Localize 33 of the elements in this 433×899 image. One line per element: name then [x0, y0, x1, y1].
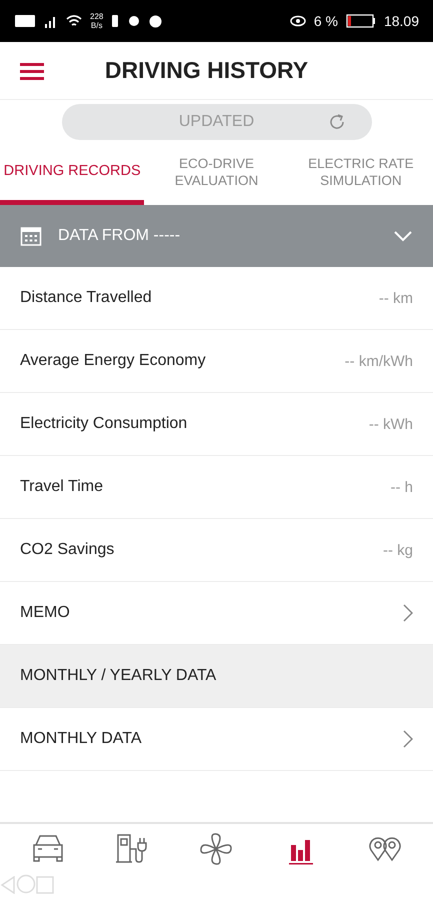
- fan-icon: [198, 831, 234, 867]
- stat-label: Distance Travelled: [20, 289, 153, 307]
- section-header: MONTHLY / YEARLY DATA: [0, 645, 433, 708]
- notification-icon: [149, 14, 162, 28]
- menu-button[interactable]: [20, 62, 44, 80]
- notification-icon: [127, 15, 142, 27]
- sim-icon: [14, 14, 36, 28]
- notification-icon: [111, 14, 120, 28]
- menu-icon: [20, 62, 44, 80]
- stat-value: -- km/kWh: [344, 352, 413, 370]
- signal-icon: [44, 14, 58, 28]
- update-status: UPDATED: [178, 113, 254, 131]
- battery-icon: [346, 14, 376, 28]
- date-range-dropdown[interactable]: DATA FROM -----: [0, 205, 433, 267]
- stat-value: -- km: [378, 290, 413, 306]
- eye-icon: [290, 15, 306, 27]
- network-speed-unit: B/s: [90, 21, 104, 30]
- wifi-icon: [66, 14, 82, 28]
- battery-percent: 6 %: [314, 13, 338, 29]
- chevron-right-icon: [403, 604, 413, 622]
- stat-value: -- kg: [383, 542, 413, 558]
- stat-value: -- h: [390, 478, 413, 496]
- stat-label: Average Energy Economy: [20, 352, 207, 370]
- stat-label: Electricity Consumption: [20, 415, 188, 433]
- refresh-icon[interactable]: [328, 113, 346, 131]
- network-speed: 228: [90, 12, 104, 21]
- stat-value: -- kWh: [368, 416, 413, 432]
- calendar-icon: [20, 225, 42, 247]
- stat-label: CO2 Savings: [20, 541, 116, 559]
- chevron-right-icon: [403, 730, 413, 748]
- page-title: DRIVING HISTORY: [104, 57, 310, 84]
- stat-label: Travel Time: [20, 478, 104, 496]
- clock: 18.09: [384, 13, 419, 29]
